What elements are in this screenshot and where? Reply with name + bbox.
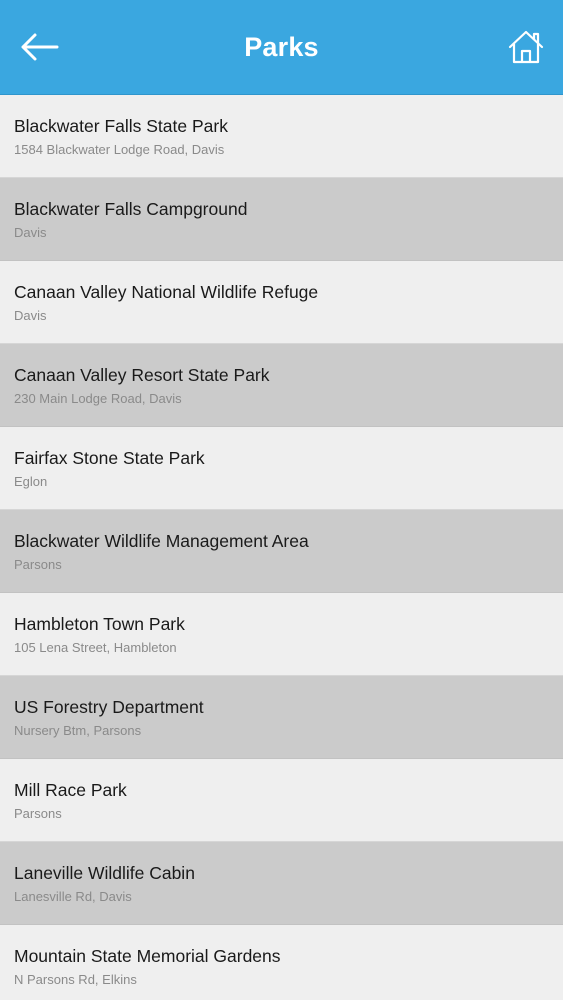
home-button[interactable] [505, 24, 547, 70]
park-name: Mill Race Park [14, 780, 127, 800]
list-item[interactable]: Blackwater Falls Campground Davis [0, 178, 563, 261]
back-button[interactable] [14, 24, 64, 70]
park-address: Davis [14, 225, 47, 240]
park-address: Parsons [14, 557, 62, 572]
park-address: Lanesville Rd, Davis [14, 889, 132, 904]
home-icon [508, 30, 544, 64]
park-address: Nursery Btm, Parsons [14, 723, 142, 738]
app-screen: Parks Blackwater Falls State Park 1584 Bl… [0, 0, 563, 1000]
list-item[interactable]: Canaan Valley National Wildlife Refuge Da… [0, 261, 563, 344]
park-name: Laneville Wildlife Cabin [14, 863, 195, 883]
park-name: Blackwater Wildlife Management Area [14, 531, 309, 551]
park-name: Fairfax Stone State Park [14, 448, 205, 468]
park-address: 105 Lena Street, Hambleton [14, 640, 177, 655]
list-item[interactable]: Mountain State Memorial Gardens N Parsons… [0, 925, 563, 1000]
list-item[interactable]: Laneville Wildlife Cabin Lanesville Rd, D… [0, 842, 563, 925]
park-address: Eglon [14, 474, 48, 489]
arrow-left-icon [21, 33, 59, 61]
park-address: N Parsons Rd, Elkins [14, 972, 137, 987]
park-name: Hambleton Town Park [14, 614, 185, 634]
parks-list: Blackwater Falls State Park 1584 Blackwat… [0, 95, 563, 1000]
park-address: Parsons [14, 806, 62, 821]
park-address: Davis [14, 308, 47, 323]
park-name: Blackwater Falls Campground [14, 199, 248, 219]
list-item[interactable]: Canaan Valley Resort State Park 230 Main … [0, 344, 563, 427]
list-item[interactable]: Blackwater Falls State Park 1584 Blackwat… [0, 95, 563, 178]
list-item[interactable]: Blackwater Wildlife Management Area Parso… [0, 510, 563, 593]
list-item[interactable]: Fairfax Stone State Park Eglon [0, 427, 563, 510]
list-item[interactable]: Mill Race Park Parsons [0, 759, 563, 842]
park-name: Blackwater Falls State Park [14, 116, 228, 136]
park-address: 1584 Blackwater Lodge Road, Davis [14, 142, 225, 157]
park-name: Mountain State Memorial Gardens [14, 946, 281, 966]
list-item[interactable]: Hambleton Town Park 105 Lena Street, Hamb… [0, 593, 563, 676]
list-item[interactable]: US Forestry Department Nursery Btm, Parso… [0, 676, 563, 759]
park-name: Canaan Valley Resort State Park [14, 365, 270, 385]
park-address: 230 Main Lodge Road, Davis [14, 391, 182, 406]
park-name: Canaan Valley National Wildlife Refuge [14, 282, 319, 302]
nav-header: Parks [0, 0, 563, 95]
page-title: Parks [244, 32, 319, 62]
park-name: US Forestry Department [14, 697, 204, 717]
